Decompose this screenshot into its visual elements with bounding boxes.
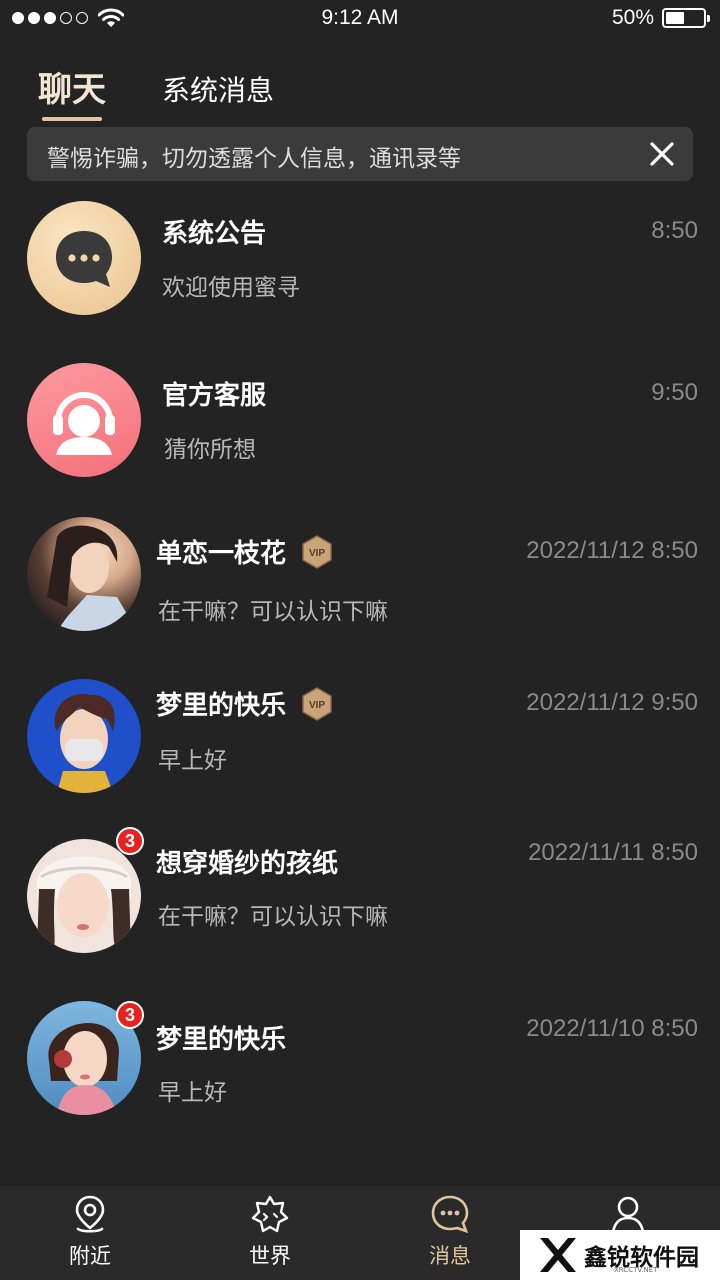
user-avatar (27, 517, 141, 631)
contact-name: 单恋一枝花 (156, 539, 287, 569)
last-message: 猜你所想 (164, 437, 256, 463)
battery-icon (662, 8, 710, 28)
user-photo (47, 525, 137, 631)
vip-badge-icon: VIP (302, 686, 332, 721)
contact-name: 系统公告 (162, 219, 267, 249)
contact-name: 梦里的快乐 (156, 1025, 287, 1055)
last-message: 在干嘛？可以认识下嘛 (158, 904, 388, 930)
headset-agent-icon (53, 392, 115, 455)
message-time: 2022/11/12 9:50 (526, 689, 698, 716)
tab-chat[interactable]: 聊天 (38, 62, 106, 121)
person-icon (611, 1196, 645, 1233)
nav-me[interactable] (578, 1194, 678, 1234)
contact-name: 想穿婚纱的孩纸 (156, 849, 339, 879)
contact-name: 梦里的快乐 (156, 691, 287, 721)
vip-label: VIP (309, 548, 325, 559)
message-time: 2022/11/11 8:50 (528, 839, 698, 866)
status-bar: 9:12 AM 50% (0, 0, 720, 40)
user-avatar (27, 839, 141, 953)
unread-badge: 3 (116, 827, 144, 855)
x-logo-icon (540, 1238, 576, 1272)
user-photo (54, 694, 115, 793)
contact-name: 官方客服 (162, 381, 267, 411)
tab-system-messages[interactable]: 系统消息 (162, 69, 274, 117)
watermark-subtext: XRCCTV.NET (614, 1266, 658, 1274)
message-time: 2022/11/10 8:50 (526, 1015, 698, 1042)
battery-percent: 50% (611, 6, 654, 29)
conversation-row[interactable]: 系统公告 欢迎使用蜜寻 8:50 (0, 183, 720, 345)
vip-badge-icon: VIP (302, 534, 332, 569)
conversation-row[interactable]: 3 梦里的快乐 早上好 2022/11/10 8:50 (0, 993, 720, 1155)
vip-label: VIP (309, 700, 325, 711)
customer-service-avatar (27, 363, 141, 477)
chat-bubble-icon (56, 231, 112, 287)
conversation-row[interactable]: 梦里的快乐 VIP 早上好 2022/11/12 9:50 (0, 669, 720, 831)
message-bubble-icon (431, 1195, 469, 1234)
nav-label: 世界 (249, 1244, 291, 1268)
message-time: 2022/11/12 8:50 (526, 537, 698, 564)
location-icon (75, 1195, 105, 1233)
message-time: 9:50 (651, 379, 698, 406)
conversation-row[interactable]: 3 想穿婚纱的孩纸 在干嘛？可以认识下嘛 2022/11/11 8:50 (0, 827, 720, 993)
warning-text: 警惕诈骗，切勿透露个人信息，通讯录等 (47, 146, 461, 172)
nav-nearby[interactable]: 附近 (40, 1194, 140, 1270)
conversation-list: 系统公告 欢迎使用蜜寻 8:50 官方客服 猜你所想 9:50 单恋一枝花 VI… (0, 183, 720, 1155)
last-message: 早上好 (158, 1080, 227, 1106)
conversation-row[interactable]: 单恋一枝花 VIP 在干嘛？可以认识下嘛 2022/11/12 8:50 (0, 507, 720, 669)
close-icon[interactable] (647, 139, 677, 169)
nav-label: 消息 (429, 1244, 471, 1268)
unread-badge: 3 (116, 1001, 144, 1029)
world-planet-icon (251, 1195, 289, 1233)
conversation-row[interactable]: 官方客服 猜你所想 9:50 (0, 345, 720, 507)
fraud-warning-banner: 警惕诈骗，切勿透露个人信息，通讯录等 (27, 127, 693, 181)
message-tabs: 聊天 系统消息 (38, 62, 274, 121)
watermark-logo: 鑫锐软件园 XRCCTV.NET (520, 1230, 720, 1280)
last-message: 在干嘛？可以认识下嘛 (158, 599, 388, 625)
user-photo (37, 856, 131, 953)
last-message: 早上好 (158, 748, 227, 774)
nav-label: 附近 (69, 1244, 111, 1268)
contact-name-wrap: 梦里的快乐 VIP (156, 685, 334, 722)
nav-messages[interactable]: 消息 (400, 1194, 500, 1270)
announcement-avatar (27, 201, 141, 315)
user-avatar (27, 679, 141, 793)
message-time: 8:50 (651, 217, 698, 244)
last-message: 欢迎使用蜜寻 (162, 275, 300, 301)
contact-name-wrap: 单恋一枝花 VIP (156, 533, 334, 570)
nav-world[interactable]: 世界 (220, 1194, 320, 1270)
battery-fill (666, 12, 684, 24)
